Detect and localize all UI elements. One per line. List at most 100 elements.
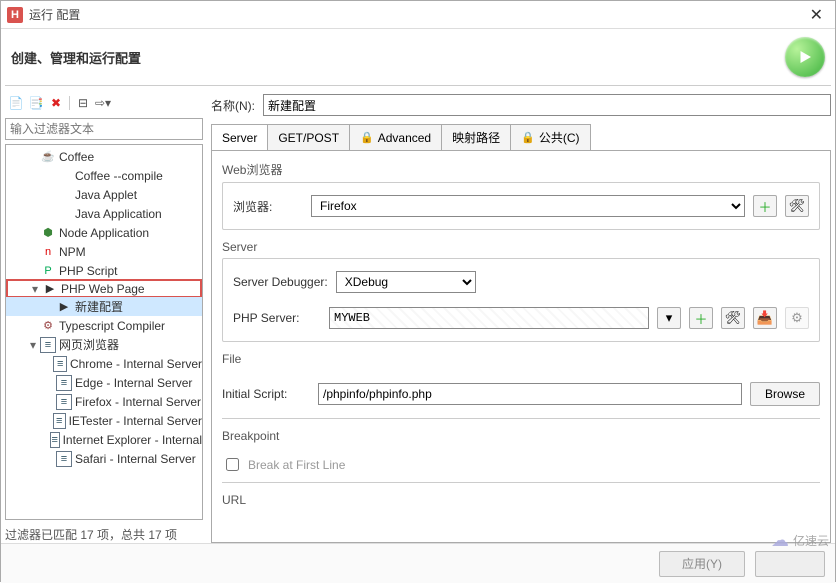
- break-first-line-input[interactable]: [226, 458, 239, 471]
- footer-extra-button[interactable]: [755, 551, 825, 577]
- server-dropdown-icon[interactable]: ▾: [657, 307, 681, 329]
- coffee-icon: ☕: [40, 149, 56, 165]
- tab-label: Advanced: [378, 131, 431, 145]
- page-subtitle: 创建、管理和运行配置: [11, 48, 785, 67]
- edit-browser-icon[interactable]: 🛠: [785, 195, 809, 217]
- blank-icon: [56, 206, 72, 222]
- new-config-icon[interactable]: 📄: [7, 94, 25, 112]
- run-icon: ▶: [56, 299, 72, 315]
- tab-label: 映射路径: [452, 129, 500, 146]
- php-server-label: PHP Server:: [233, 311, 321, 325]
- config-tree[interactable]: ▸☕Coffee▸Coffee --compile▸Java Applet▸Ja…: [5, 144, 203, 520]
- tree-item-label: 网页浏览器: [59, 336, 119, 353]
- npm-icon: n: [40, 244, 56, 260]
- node-icon: ⬢: [40, 225, 56, 241]
- add-server-icon[interactable]: ＋: [689, 307, 713, 329]
- name-label: 名称(N):: [211, 97, 255, 114]
- page-icon: ≡: [53, 413, 66, 429]
- tree-item[interactable]: ▾▶PHP Web Page: [6, 279, 202, 298]
- tree-item[interactable]: ▸Java Application: [6, 204, 202, 223]
- tree-item-label: Safari - Internal Server: [75, 452, 196, 466]
- tree-item[interactable]: ▸PPHP Script: [6, 261, 202, 280]
- expand-icon[interactable]: ▾: [26, 338, 40, 352]
- left-toolbar: 📄 📑 ✖ ⊟ ⇨▾: [5, 92, 203, 114]
- tree-item[interactable]: ▸≡IETester - Internal Server: [6, 411, 202, 430]
- filter-dropdown-icon[interactable]: ⇨▾: [94, 94, 112, 112]
- initial-script-input[interactable]: [318, 383, 742, 405]
- page-icon: ≡: [40, 337, 56, 353]
- duplicate-icon[interactable]: 📑: [27, 94, 45, 112]
- tab-advanced[interactable]: 🔒 Advanced: [349, 124, 442, 150]
- tree-item[interactable]: ▸Coffee --compile: [6, 166, 202, 185]
- filter-status: 过滤器已匹配 17 项，总共 17 项: [5, 520, 203, 543]
- watermark-text: 亿速云: [793, 532, 829, 549]
- break-first-line-checkbox[interactable]: Break at First Line: [222, 455, 820, 474]
- tree-item[interactable]: ▸≡Safari - Internal Server: [6, 449, 202, 468]
- group-url: URL: [222, 493, 820, 507]
- apply-button[interactable]: 应用(Y): [659, 551, 745, 577]
- group-file: File: [222, 352, 820, 366]
- form-area: Web浏览器 浏览器: Firefox ＋ 🛠 Server Server De…: [211, 151, 831, 543]
- tree-item-label: Typescript Compiler: [59, 319, 165, 333]
- name-input[interactable]: [263, 94, 831, 116]
- close-icon[interactable]: ✕: [804, 5, 829, 25]
- tree-item[interactable]: ▸≡Internet Explorer - Internal: [6, 430, 202, 449]
- tree-item-label: Java Applet: [75, 188, 137, 202]
- tree-item-label: PHP Script: [59, 264, 117, 278]
- header-row: 创建、管理和运行配置: [1, 29, 835, 85]
- tree-item[interactable]: ▸☕Coffee: [6, 147, 202, 166]
- tab-getpost[interactable]: GET/POST: [267, 124, 350, 150]
- group-server: Server: [222, 240, 820, 254]
- tab-label: 公共(C): [539, 129, 580, 146]
- tree-item-label: NPM: [59, 245, 86, 259]
- add-browser-icon[interactable]: ＋: [753, 195, 777, 217]
- browser-label: 浏览器:: [233, 198, 303, 215]
- tree-item[interactable]: ▸≡Edge - Internal Server: [6, 373, 202, 392]
- edit-server-icon[interactable]: 🛠: [721, 307, 745, 329]
- tree-item-label: Node Application: [59, 226, 149, 240]
- titlebar: H 运行 配置 ✕: [1, 1, 835, 29]
- footer: 应用(Y): [1, 543, 835, 583]
- import-server-icon[interactable]: 📥: [753, 307, 777, 329]
- page-icon: ≡: [56, 375, 72, 391]
- tree-item[interactable]: ▸⚙Typescript Compiler: [6, 316, 202, 335]
- tree-item[interactable]: ▸≡Firefox - Internal Server: [6, 392, 202, 411]
- tree-item[interactable]: ▸⬢Node Application: [6, 223, 202, 242]
- tab-[interactable]: 映射路径: [441, 124, 511, 150]
- php-icon: P: [40, 263, 56, 279]
- app-icon: H: [7, 7, 23, 23]
- toolbar-separator: [69, 96, 70, 110]
- cloud-icon: ☁: [771, 530, 789, 551]
- debugger-select[interactable]: XDebug: [336, 271, 476, 293]
- group-web-browser: Web浏览器: [222, 161, 820, 178]
- watermark: ☁ 亿速云: [771, 530, 829, 551]
- lock-icon: 🔒: [360, 131, 374, 144]
- expand-icon[interactable]: ▾: [28, 282, 42, 296]
- delete-icon[interactable]: ✖: [47, 94, 65, 112]
- tree-item[interactable]: ▸≡Chrome - Internal Server: [6, 354, 202, 373]
- filter-input[interactable]: [5, 118, 203, 140]
- settings-server-icon: ⚙: [785, 307, 809, 329]
- collapse-icon[interactable]: ⊟: [74, 94, 92, 112]
- tree-item-label: Java Application: [75, 207, 162, 221]
- tree-item-label: PHP Web Page: [61, 282, 145, 296]
- tab-bar: Server GET/POST 🔒 Advanced 映射路径 🔒 公共(C): [211, 124, 831, 151]
- page-icon: ≡: [56, 451, 72, 467]
- tab-c[interactable]: 🔒 公共(C): [510, 124, 590, 150]
- tree-item-label: IETester - Internal Server: [69, 414, 202, 428]
- tab-label: Server: [222, 131, 257, 145]
- tree-item-label: Coffee: [59, 150, 94, 164]
- initial-script-label: Initial Script:: [222, 387, 310, 401]
- tree-item[interactable]: ▾≡网页浏览器: [6, 335, 202, 354]
- php-server-input[interactable]: [329, 307, 649, 329]
- lock-icon: 🔒: [521, 131, 535, 144]
- window-title: 运行 配置: [29, 6, 804, 23]
- run-button[interactable]: [785, 37, 825, 77]
- tree-item[interactable]: ▸▶新建配置: [6, 297, 202, 316]
- blank-icon: [56, 168, 72, 184]
- tree-item[interactable]: ▸Java Applet: [6, 185, 202, 204]
- browse-button[interactable]: Browse: [750, 382, 820, 406]
- tab-server[interactable]: Server: [211, 124, 268, 150]
- browser-select[interactable]: Firefox: [311, 195, 745, 217]
- tree-item[interactable]: ▸nNPM: [6, 242, 202, 261]
